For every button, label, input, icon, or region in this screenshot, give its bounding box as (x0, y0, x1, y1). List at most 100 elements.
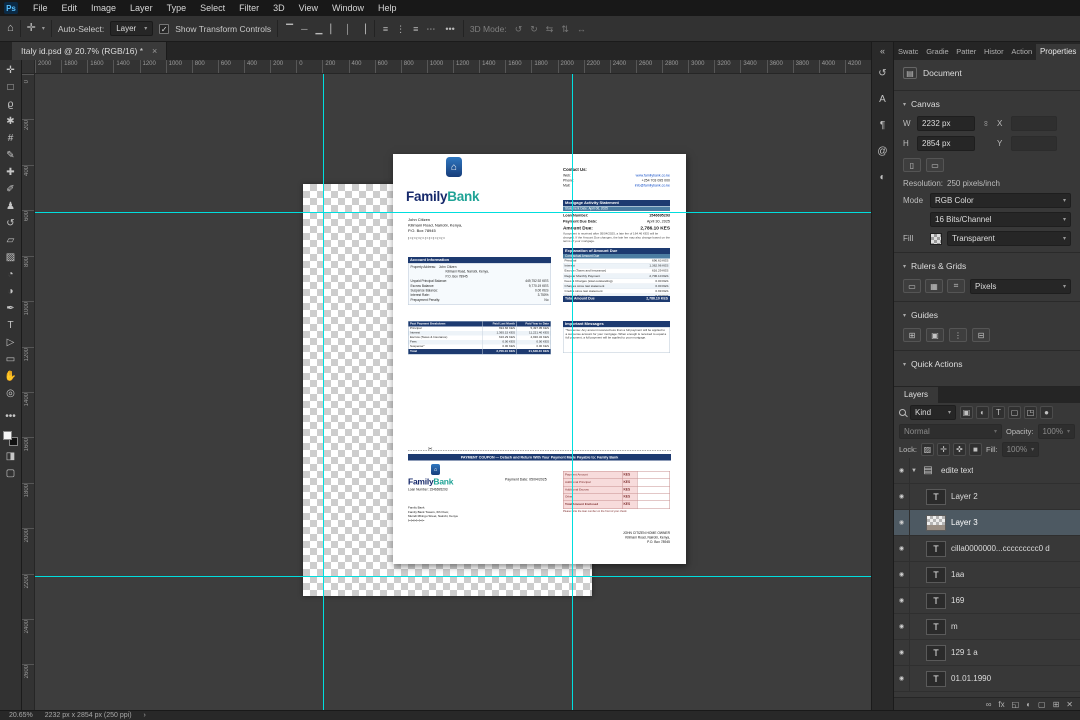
quick-actions-section-header[interactable]: ▾ Quick Actions (903, 355, 1071, 373)
filter-shape-layers-icon[interactable]: ▢ (1008, 406, 1021, 419)
menu-item[interactable]: 3D (266, 0, 292, 16)
color-mode-dropdown[interactable]: RGB Color ▾ (930, 193, 1071, 208)
visibility-eye-icon[interactable]: ◉ (894, 562, 910, 587)
history-brush-tool[interactable]: ↺ (2, 215, 20, 232)
filter-pixel-layers-icon[interactable]: ▣ (960, 406, 973, 419)
3d-slide-icon[interactable]: ⇅ (559, 23, 571, 35)
menu-item[interactable]: Help (371, 0, 404, 16)
layer-name[interactable]: 1aa (951, 570, 964, 579)
lock-position-icon[interactable]: ✜ (952, 443, 966, 456)
group-chevron-icon[interactable]: ▼ (910, 468, 918, 474)
layer-name[interactable]: m (951, 622, 958, 631)
move-tool[interactable]: ✛ (2, 62, 20, 79)
document-page[interactable]: ⌂ FamilyBank John Citizen Kilimani Road, … (393, 154, 686, 564)
photoshop-logo[interactable]: Ps (4, 2, 18, 14)
landscape-orientation-icon[interactable]: ▭ (926, 158, 944, 172)
link-layers-icon[interactable]: ∞ (986, 700, 992, 709)
history-panel-icon[interactable]: ↺ (874, 64, 892, 82)
more-options-icon[interactable]: ••• (443, 23, 456, 35)
units-dropdown[interactable]: Pixels ▾ (970, 278, 1071, 294)
fill-transparency-swatch[interactable] (930, 232, 942, 245)
document-tab[interactable]: Italy id.psd @ 20.7% (RGB/16) * × (12, 42, 168, 60)
menu-item[interactable]: Filter (232, 0, 266, 16)
lock-pixels-icon[interactable]: ✛ (936, 443, 950, 456)
expand-panels-icon[interactable]: « (880, 46, 885, 56)
menu-item[interactable]: Layer (123, 0, 160, 16)
menu-item[interactable]: Window (325, 0, 371, 16)
show-transform-checkbox[interactable]: ✓ (159, 23, 170, 34)
screen-mode-icon[interactable]: ▢ (2, 465, 20, 482)
layer-thumbnail[interactable] (926, 514, 946, 531)
guide-horizontal[interactable] (35, 576, 871, 577)
color-swatches[interactable] (3, 431, 18, 446)
spot-healing-brush-tool[interactable]: ✚ (2, 164, 20, 181)
edit-toolbar-icon[interactable]: ••• (2, 408, 20, 425)
panel-tab[interactable]: Action (1007, 44, 1036, 60)
layer-row[interactable]: ◉ T cilla0000000...ccccccccc0 d (894, 536, 1080, 562)
tab-close-icon[interactable]: × (152, 46, 157, 56)
toggle-grid-icon[interactable]: ▦ (925, 279, 943, 293)
foreground-color-swatch[interactable] (3, 431, 12, 440)
hand-tool[interactable]: ✋ (2, 368, 20, 385)
guide-vertical[interactable] (323, 74, 324, 710)
distribute-spacing-vertical-icon[interactable]: ≡ (411, 23, 420, 35)
toggle-rulers-icon[interactable]: ▭ (903, 279, 921, 293)
visibility-eye-icon[interactable]: ◉ (894, 484, 910, 509)
link-dimensions-icon[interactable]: ∞ (982, 116, 991, 130)
crop-tool[interactable]: # (2, 130, 20, 147)
layer-thumbnail[interactable]: T (926, 592, 946, 609)
filter-smart-objects-icon[interactable]: ◳ (1024, 406, 1037, 419)
panel-tab[interactable]: Patter (952, 44, 980, 60)
lock-guides-icon[interactable]: ▣ (926, 328, 944, 342)
opacity-field[interactable]: 100% ▾ (1037, 424, 1075, 439)
canvas-section-header[interactable]: ▾ Canvas (903, 95, 1071, 113)
quick-mask-icon[interactable]: ◨ (2, 448, 20, 465)
visibility-eye-icon[interactable]: ◉ (894, 458, 910, 483)
layer-style-icon[interactable]: fx (998, 700, 1004, 709)
blur-tool[interactable]: ◔ (2, 266, 20, 283)
align-bottom-edges-icon[interactable]: ▁ (313, 23, 324, 35)
layer-thumbnail[interactable]: T (926, 670, 946, 687)
eyedropper-tool[interactable]: ✎ (2, 147, 20, 164)
filter-toggle-icon[interactable]: ● (1040, 406, 1053, 419)
tool-preset-caret-icon[interactable]: ▾ (42, 25, 45, 32)
portrait-orientation-icon[interactable]: ▯ (903, 158, 921, 172)
layer-thumbnail[interactable]: T (926, 644, 946, 661)
tab-layers[interactable]: Layers (894, 387, 939, 403)
layer-thumbnail[interactable]: T (926, 566, 946, 583)
distribute-vertically-icon[interactable]: ≡ (381, 23, 390, 35)
path-selection-tool[interactable]: ▷ (2, 334, 20, 351)
toggle-snap-icon[interactable]: ⌗ (947, 279, 965, 293)
blend-mode-dropdown[interactable]: Normal ▾ (899, 424, 1002, 439)
paragraph-panel-icon[interactable]: ¶ (874, 116, 892, 134)
new-guide-layout-icon[interactable]: ⊞ (903, 328, 921, 342)
move-tool-preset-icon[interactable]: ✛ (27, 23, 36, 34)
menu-item[interactable]: View (292, 0, 325, 16)
glyphs-panel-icon[interactable]: @ (874, 142, 892, 160)
type-tool[interactable]: T (2, 317, 20, 334)
align-vertical-centers-icon[interactable]: ─ (299, 23, 309, 35)
brush-tool[interactable]: ✐ (2, 181, 20, 198)
quick-selection-tool[interactable]: ✱ (2, 113, 20, 130)
layer-name[interactable]: Layer 2 (951, 492, 978, 501)
ruler-origin-corner[interactable] (22, 60, 35, 74)
distribute-spacing-horizontal-icon[interactable]: ⋯ (424, 23, 437, 35)
visibility-eye-icon[interactable]: ◉ (894, 640, 910, 665)
canvas-x-field[interactable] (1011, 115, 1057, 131)
gradient-tool[interactable]: ▨ (2, 249, 20, 266)
canvas-height-field[interactable]: 2854 px (917, 135, 975, 151)
menu-item[interactable]: File (26, 0, 55, 16)
auto-select-dropdown[interactable]: Layer ▾ (110, 21, 154, 36)
layer-thumbnail[interactable]: T (926, 618, 946, 635)
dodge-tool[interactable]: ◑ (2, 283, 20, 300)
layer-name[interactable]: 129 1 a (951, 648, 978, 657)
zoom-tool[interactable]: ◎ (2, 385, 20, 402)
layer-row[interactable]: ◉ T 169 (894, 588, 1080, 614)
guide-columns-icon[interactable]: ⋮ (949, 328, 967, 342)
3d-roll-icon[interactable]: ↻ (528, 23, 540, 35)
rectangular-marquee-tool[interactable]: □ (2, 79, 20, 96)
character-panel-icon[interactable]: A (874, 90, 892, 108)
eraser-tool[interactable]: ▱ (2, 232, 20, 249)
filter-type-layers-icon[interactable]: T (992, 406, 1005, 419)
guide-vertical[interactable] (572, 74, 573, 710)
